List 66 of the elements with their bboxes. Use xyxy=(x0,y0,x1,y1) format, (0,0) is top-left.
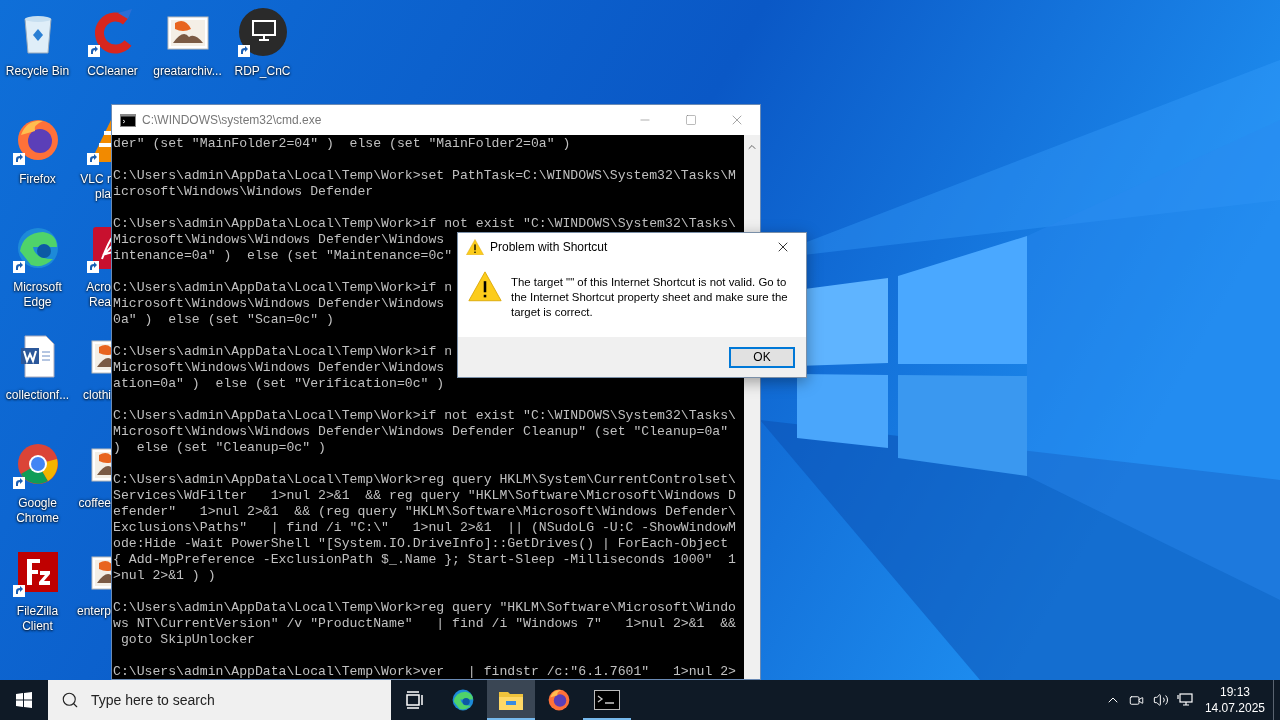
icon-label[interactable]: coffee xyxy=(75,496,111,511)
console-line: >nul 2>&1 ) ) xyxy=(113,568,216,584)
console-line: goto SkipUnlocker xyxy=(119,632,255,648)
icon-label[interactable]: Microsoft Edge xyxy=(1,280,74,310)
shortcut-arrow-icon xyxy=(87,153,99,165)
dialog-title: Problem with Shortcut xyxy=(490,240,609,254)
console-line: C:\Users\admin\AppData\Local\Temp\Work>if n xyxy=(113,280,453,296)
remote-desktop-icon xyxy=(237,7,288,57)
console-line: 0a" ) else (set "Scan=0c" ) xyxy=(113,312,334,328)
console-line: ode:Hide -Wait PowerShell "[System.IO.DriveInfo]::GetDrives() | ForEach-Object xyxy=(113,536,729,552)
taskbar-button[interactable] xyxy=(487,680,535,720)
icon-label[interactable]: CCleaner xyxy=(87,64,138,79)
console-line: efender" 1>nul 2>&1 && (reg query "HKLM\Software\Microsoft\Windows Defender\ xyxy=(113,504,736,520)
console-line: C:\Users\admin\AppData\Local\Temp\Work>set PathTask=C:\WINDOWS\System32\Tasks\M xyxy=(113,168,736,184)
shortcut-arrow-icon xyxy=(87,261,99,273)
console-line: C:\Users\admin\AppData\Local\Temp\Work>reg query "HKLM\Software\Microsoft\Windo xyxy=(113,600,736,616)
search-icon xyxy=(61,691,79,709)
console-line: C:\Users\admin\AppData\Local\Temp\Work>ver | findstr /c:"6.1.7601" 1>nul 2> xyxy=(113,664,736,679)
icon-label[interactable]: enterp xyxy=(75,604,111,619)
icon-label[interactable]: collectionf... xyxy=(5,388,70,403)
dialog-message: The target "" of this Internet Shortcut is not valid. Go to the Internet Shortcut property sheet and make sure the target is correct. xyxy=(511,275,789,320)
console-line: ) else (set "Cleanup=0c" ) xyxy=(113,440,326,456)
icon-label[interactable]: Acro Rea xyxy=(75,280,111,310)
icon-label[interactable]: VLC r pla xyxy=(75,172,111,202)
search-bar[interactable]: Type here to search xyxy=(48,680,391,720)
icon-label[interactable]: Recycle Bin xyxy=(5,64,70,79)
windows-logo-icon xyxy=(16,692,32,708)
console-icon xyxy=(120,113,136,127)
task-view-icon xyxy=(405,691,425,709)
network-icon[interactable] xyxy=(1176,693,1193,707)
console-line: C:\Users\admin\AppData\Local\Temp\Work>if not exist "C:\WINDOWS\System32\Tasks\ xyxy=(113,408,736,424)
clock-time: 19:13 xyxy=(1219,684,1250,700)
warning-icon xyxy=(466,238,484,256)
console-line: C:\Users\admin\AppData\Local\Temp\Work>reg query HKLM\System\CurrentControlset\ xyxy=(113,472,736,488)
console-line: Exclusions\Paths" | find /i "C:\" 1>nul 2>&1 || (NSudoLG -U:C -ShowWindowM xyxy=(113,520,736,536)
console-line: Microsoft\Windows\Windows Defender\Windows xyxy=(113,360,445,376)
clock[interactable]: 19:13 14.07.2025 xyxy=(1196,684,1273,716)
console-line: icrosoft\Windows\Windows Defender xyxy=(113,184,374,200)
clock-date: 14.07.2025 xyxy=(1204,700,1265,716)
console-line: { Add-MpPreference -ExclusionPath $_.Name }; Start-Sleep -Milliseconds 1000" 1 xyxy=(113,552,736,568)
console-line: Microsoft\Windows\Windows Defender\Windows Defender Cleanup" (set "Cleanup=0a" xyxy=(113,424,729,440)
window-title: C:\WINDOWS\system32\cmd.exe xyxy=(142,113,323,127)
console-line: Services\WdFilter 1>nul 2>&1 && reg query "HKLM\Software\Microsoft\Windows D xyxy=(113,488,736,504)
console-line: Microsoft\Windows\Windows Defender\Windows xyxy=(113,296,445,312)
icon-label[interactable]: RDP_CnC xyxy=(234,64,291,79)
console-line: ation=0a" ) else (set "Verification=0c" ) xyxy=(113,376,445,392)
icon-label[interactable]: Firefox xyxy=(19,172,56,187)
console-line: Microsoft\Windows\Windows Defender\Windows xyxy=(113,232,445,248)
console-line: ws NT\CurrentVersion" /v "ProductName" | find /i "Windows 7" 1>nul 2>&1 && xyxy=(113,616,736,632)
icon-label[interactable]: FileZilla Client xyxy=(1,604,74,634)
edge-icon xyxy=(450,687,476,713)
console-icon xyxy=(594,690,620,710)
warning-icon xyxy=(468,271,502,302)
speaker-icon[interactable] xyxy=(1152,692,1169,708)
firefox-icon xyxy=(546,687,572,713)
console-line: C:\Users\admin\AppData\Local\Temp\Work>if n xyxy=(113,344,453,360)
search-field[interactable]: Type here to search xyxy=(89,691,391,709)
icon-label[interactable]: Google Chrome xyxy=(1,496,74,526)
icon-label[interactable]: greatarchiv... xyxy=(153,64,222,79)
folder-icon xyxy=(498,689,524,711)
console-line: intenance=0a" ) else (set "Maintenance=0c" xyxy=(113,248,453,264)
console-line: C:\Users\admin\AppData\Local\Temp\Work>if not exist "C:\WINDOWS\System32\Tasks\ xyxy=(113,216,736,232)
ok-button[interactable]: OK xyxy=(729,346,795,368)
icon-label[interactable]: clothi xyxy=(75,388,111,403)
maximize-icon xyxy=(685,114,697,126)
console-line: der" (set "MainFolder2=04" ) else (set "MainFolder2=0a" ) xyxy=(113,136,571,152)
